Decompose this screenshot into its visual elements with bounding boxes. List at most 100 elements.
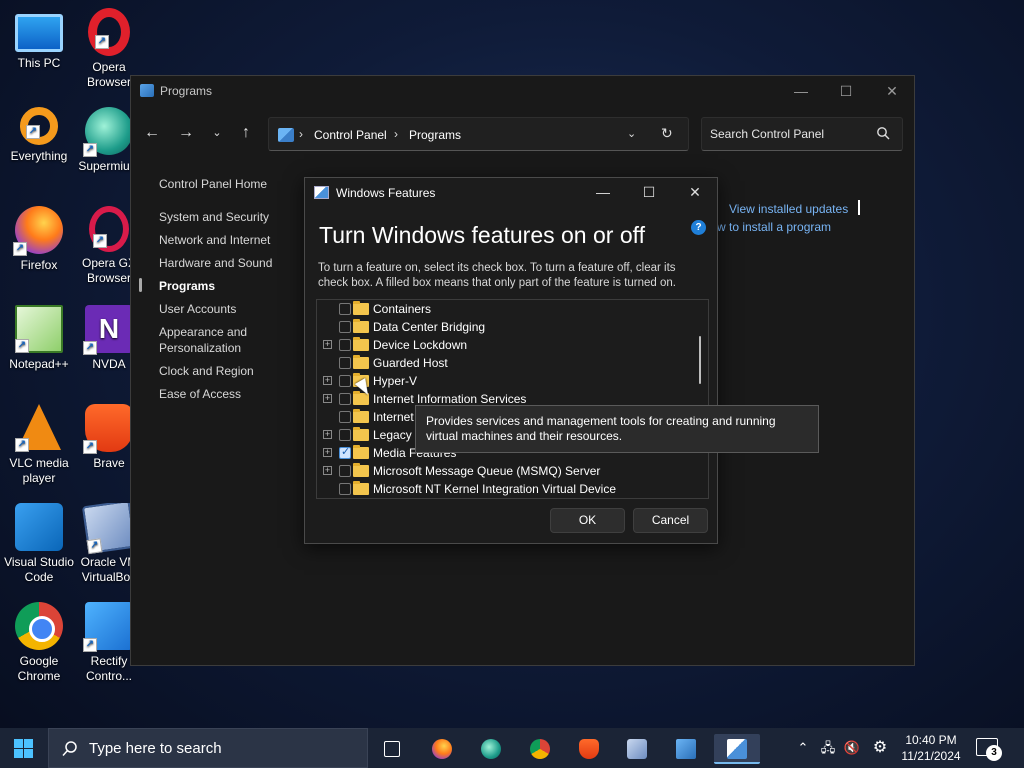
- folder-icon: [353, 427, 369, 441]
- feature-checkbox[interactable]: [339, 339, 351, 351]
- chevron-down-icon[interactable]: ⌄: [627, 127, 636, 140]
- feature-checkbox[interactable]: [339, 483, 351, 495]
- desktop-icon-notepad-plus-plus[interactable]: ↗ Notepad++: [0, 305, 78, 372]
- address-bar[interactable]: › Control Panel › Programs ⌄ ↻: [268, 117, 689, 151]
- refresh-icon[interactable]: ↻: [661, 125, 673, 142]
- task-view-button[interactable]: [372, 734, 412, 764]
- expand-plus-icon[interactable]: +: [323, 448, 332, 457]
- shortcut-arrow-icon: ↗: [95, 35, 109, 49]
- expand-plus-icon[interactable]: +: [323, 376, 332, 385]
- feature-row[interactable]: + Device Lockdown: [317, 336, 708, 354]
- feature-row[interactable]: Microsoft NT Kernel Integration Virtual …: [317, 480, 708, 498]
- forward-button[interactable]: →: [174, 122, 198, 144]
- up-button[interactable]: ↑: [234, 122, 258, 144]
- search-control-panel[interactable]: [701, 117, 903, 151]
- feature-label: Internet Information Services: [373, 392, 527, 406]
- volume-muted-icon[interactable]: 🔇: [842, 728, 862, 768]
- active-indicator: [139, 278, 142, 292]
- folder-icon: [353, 409, 369, 423]
- breadcrumb-programs[interactable]: Programs: [409, 128, 461, 142]
- taskbar-control-panel[interactable]: [666, 734, 706, 764]
- nav-hardware-and-sound[interactable]: Hardware and Sound: [159, 255, 309, 271]
- show-hidden-icons-chevron-icon[interactable]: ⌃: [794, 728, 812, 768]
- expand-plus-icon[interactable]: +: [323, 430, 332, 439]
- windows-logo-icon: ↗: [83, 602, 133, 652]
- taskbar-virtualbox[interactable]: [617, 734, 657, 764]
- desktop-icon-firefox[interactable]: ↗ Firefox: [0, 206, 78, 273]
- taskbar-supermium[interactable]: [471, 734, 511, 764]
- maximize-button[interactable]: ☐: [823, 76, 869, 106]
- desktop-icon-vlc[interactable]: ↗ VLC media player: [0, 404, 78, 486]
- help-icon[interactable]: ?: [691, 220, 706, 235]
- taskbar-windows-features[interactable]: [714, 734, 760, 764]
- feature-checkbox[interactable]: [339, 375, 351, 387]
- feature-row[interactable]: Data Center Bridging: [317, 318, 708, 336]
- expand-plus-icon[interactable]: +: [323, 340, 332, 349]
- shortcut-arrow-icon: ↗: [83, 143, 97, 157]
- desktop-icon-everything[interactable]: ↗ Everything: [0, 107, 78, 164]
- dialog-maximize-button[interactable]: ☐: [626, 178, 672, 206]
- view-installed-updates-link[interactable]: View installed updates: [729, 202, 848, 216]
- feature-row[interactable]: Guarded Host: [317, 354, 708, 372]
- nav-user-accounts[interactable]: User Accounts: [159, 301, 309, 317]
- brave-lion-icon: ↗: [83, 404, 133, 454]
- cancel-button[interactable]: Cancel: [633, 508, 708, 533]
- taskbar-chrome[interactable]: [520, 734, 560, 764]
- expand-plus-icon[interactable]: +: [323, 394, 332, 403]
- feature-checkbox[interactable]: [339, 465, 351, 477]
- feature-row[interactable]: + Microsoft Message Queue (MSMQ) Server: [317, 462, 708, 480]
- programs-titlebar[interactable]: Programs — ☐ ✕: [131, 76, 914, 106]
- desktop-icon-this-pc[interactable]: This PC: [0, 8, 78, 71]
- close-button[interactable]: ✕: [869, 76, 915, 106]
- nav-control-panel-home[interactable]: Control Panel Home: [159, 176, 309, 192]
- minimize-button[interactable]: —: [778, 76, 824, 106]
- folder-icon: [353, 445, 369, 459]
- breadcrumb-control-panel[interactable]: Control Panel: [314, 128, 387, 142]
- monitor-icon: [15, 14, 63, 52]
- taskbar: ⌃ 🖧 🔇 ⚙ 10:40 PM 11/21/2024 3: [0, 728, 1024, 768]
- search-input[interactable]: [710, 127, 870, 141]
- feature-row[interactable]: + Hyper-V: [317, 372, 708, 390]
- search-icon: [877, 127, 890, 140]
- taskbar-brave[interactable]: [569, 734, 609, 764]
- nav-network-and-internet[interactable]: Network and Internet: [159, 232, 309, 248]
- task-view-icon: [384, 741, 400, 757]
- nav-system-and-security[interactable]: System and Security: [159, 209, 309, 225]
- taskbar-firefox[interactable]: [422, 734, 462, 764]
- nav-ease-of-access[interactable]: Ease of Access: [159, 386, 309, 402]
- feature-checkbox[interactable]: [339, 445, 351, 459]
- nav-clock-and-region[interactable]: Clock and Region: [159, 363, 309, 379]
- control-panel-icon: [278, 128, 294, 142]
- system-clock[interactable]: 10:40 PM 11/21/2024: [893, 732, 969, 764]
- windows-logo-icon: [24, 739, 33, 748]
- shortcut-arrow-icon: ↗: [93, 234, 107, 248]
- desktop-icon-vscode[interactable]: Visual Studio Code: [0, 503, 78, 585]
- feature-checkbox[interactable]: [339, 321, 351, 333]
- expand-plus-icon[interactable]: +: [323, 466, 332, 475]
- feature-checkbox[interactable]: [339, 429, 351, 441]
- notification-count-badge: 3: [986, 745, 1002, 761]
- feature-checkbox[interactable]: [339, 357, 351, 369]
- taskbar-search[interactable]: [48, 728, 368, 768]
- feature-checkbox[interactable]: [339, 303, 351, 315]
- shortcut-arrow-icon: ↗: [86, 538, 103, 555]
- recent-locations-button[interactable]: ⌄: [205, 122, 229, 144]
- settings-gear-icon[interactable]: ⚙: [869, 728, 891, 768]
- ok-button[interactable]: OK: [550, 508, 625, 533]
- nav-programs[interactable]: Programs: [139, 278, 309, 294]
- back-button[interactable]: ←: [140, 122, 164, 144]
- dialog-close-button[interactable]: ✕: [672, 178, 718, 206]
- start-button[interactable]: [0, 728, 48, 768]
- firefox-icon: [432, 739, 452, 759]
- install-program-link[interactable]: w to install a program: [717, 220, 831, 234]
- feature-row[interactable]: Containers: [317, 300, 708, 318]
- network-icon[interactable]: 🖧: [818, 728, 838, 768]
- supermium-icon: ↗: [83, 107, 133, 157]
- feature-checkbox[interactable]: [339, 411, 351, 423]
- feature-checkbox[interactable]: [339, 393, 351, 405]
- nav-appearance-and-personalization[interactable]: Appearance and Personalization: [159, 324, 309, 356]
- chrome-icon: [530, 739, 550, 759]
- taskbar-search-input[interactable]: [89, 740, 349, 757]
- dialog-minimize-button[interactable]: —: [580, 178, 626, 206]
- desktop-icon-chrome[interactable]: Google Chrome: [0, 602, 78, 684]
